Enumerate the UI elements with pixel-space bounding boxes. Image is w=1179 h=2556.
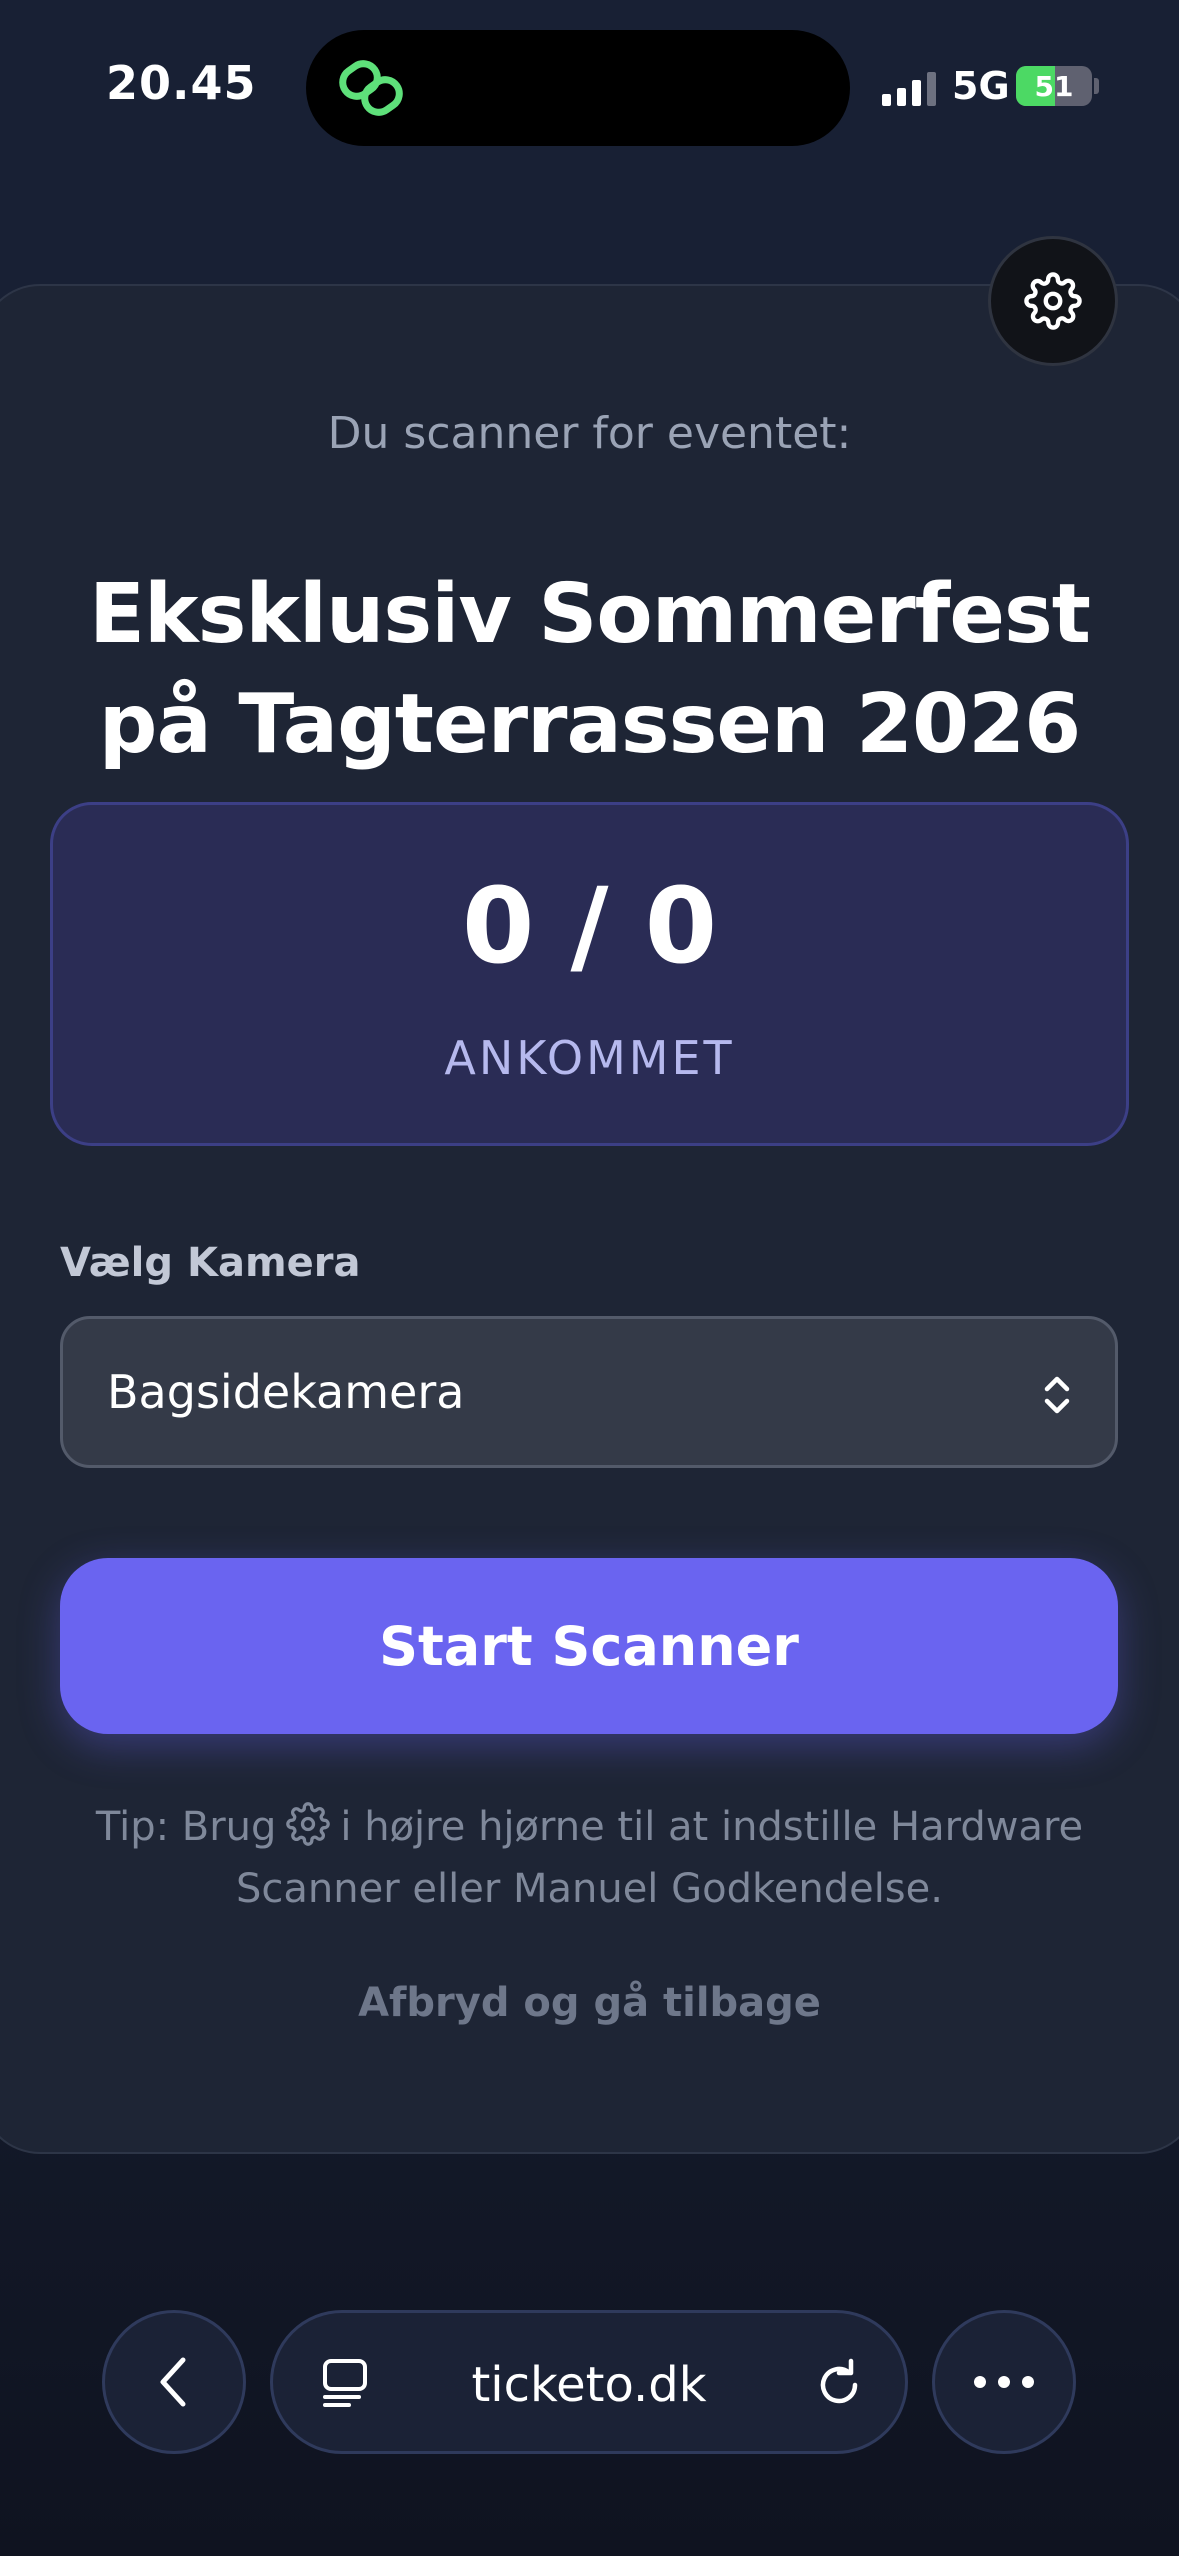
arrival-label: ANKOMMET — [444, 1031, 735, 1085]
gear-icon — [286, 1802, 331, 1846]
battery-cap — [1094, 78, 1099, 94]
tip-text-start: Tip: Brug — [95, 1804, 277, 1850]
network-type: 5G — [952, 64, 1010, 108]
scanning-for-label: Du scanner for eventet: — [327, 408, 852, 459]
back-chevron-icon — [160, 2357, 186, 2407]
cellular-signal-icon — [882, 70, 938, 106]
settings-button[interactable] — [988, 236, 1118, 366]
gear-icon — [1024, 272, 1082, 330]
browser-back-button[interactable] — [102, 2310, 246, 2454]
reload-icon[interactable] — [811, 2355, 869, 2413]
more-icon — [974, 2376, 1034, 2388]
browser-more-button[interactable] — [932, 2310, 1076, 2454]
status-time: 20.45 — [106, 56, 257, 110]
link-app-icon — [339, 60, 403, 116]
battery-icon: 51 — [1016, 66, 1092, 106]
start-scanner-button[interactable]: Start Scanner — [60, 1558, 1118, 1734]
event-title: Eksklusiv Sommerfest på Tagterrassen 202… — [89, 567, 1091, 772]
address-bar[interactable]: ticketo.dk — [270, 2310, 908, 2454]
tip-text-end: i højre hjørne til at indstille Hardware… — [236, 1804, 1084, 1912]
camera-select-label: Vælg Kamera — [60, 1240, 361, 1286]
tip-text: Tip: Brug i højre hjørne til at indstill… — [40, 1796, 1139, 1920]
battery-level: 51 — [1034, 69, 1074, 103]
arrival-count: 0 / 0 — [461, 865, 718, 987]
camera-selected-value: Bagsidekamera — [107, 1365, 465, 1419]
arrival-counter: 0 / 0 ANKOMMET — [50, 802, 1129, 1146]
camera-select[interactable]: Bagsidekamera — [60, 1316, 1118, 1468]
dynamic-island — [306, 30, 850, 146]
cancel-go-back-link[interactable]: Afbryd og gå tilbage — [0, 1980, 1179, 2026]
chevron-updown-icon — [1044, 1376, 1070, 1414]
